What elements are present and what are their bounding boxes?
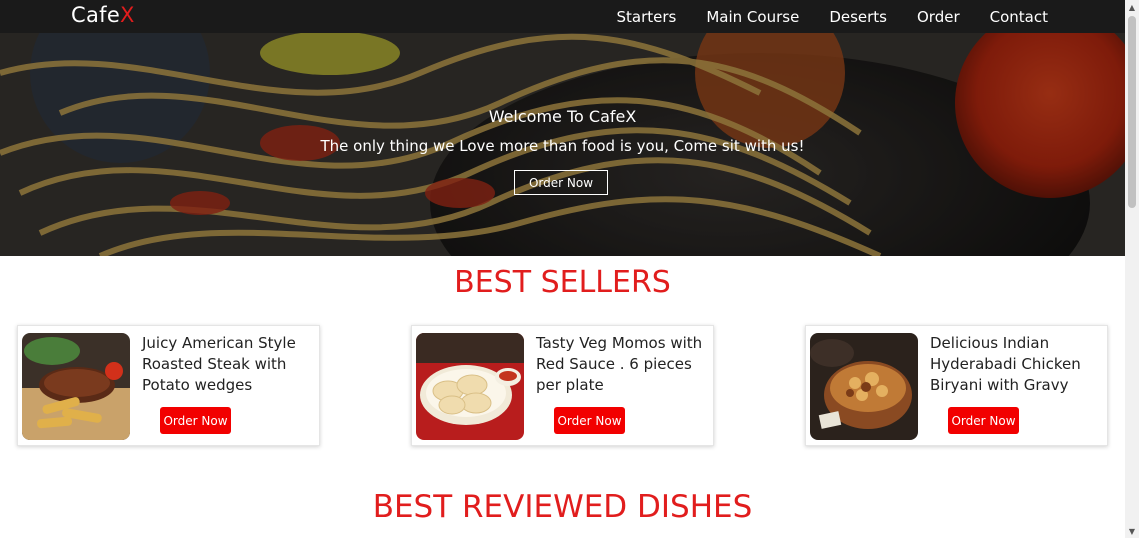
page: CafeX Starters Main Course Deserts Order…	[0, 0, 1139, 538]
biryani-image	[810, 333, 918, 440]
best-seller-card-biryani: Delicious Indian Hyderabadi Chicken Biry…	[805, 325, 1108, 446]
best-seller-card-momos: Tasty Veg Momos with Red Sauce . 6 piece…	[411, 325, 714, 446]
order-now-button[interactable]: Order Now	[948, 407, 1019, 434]
logo[interactable]: CafeX	[71, 3, 135, 27]
nav-link-deserts[interactable]: Deserts	[829, 8, 887, 26]
hero-content: Welcome To CafeX The only thing we Love …	[0, 33, 1125, 256]
best-seller-description: Tasty Veg Momos with Red Sauce . 6 piece…	[536, 334, 703, 394]
hero-title: Welcome To CafeX	[488, 107, 637, 126]
logo-main-text: Cafe	[71, 3, 121, 27]
hero-order-now-button[interactable]: Order Now	[514, 170, 608, 195]
best-reviewed-title: BEST REVIEWED DISHES	[372, 489, 753, 525]
hero-banner: Welcome To CafeX The only thing we Love …	[0, 33, 1125, 256]
scroll-up-arrow-icon[interactable]: ▲	[1125, 0, 1139, 14]
page-scrollbar[interactable]: ▲ ▼	[1125, 0, 1139, 538]
best-seller-description: Juicy American Style Roasted Steak with …	[142, 334, 296, 394]
nav-link-contact[interactable]: Contact	[990, 8, 1048, 26]
hero-subtitle: The only thing we Love more than food is…	[320, 137, 805, 155]
best-seller-card-steak: Juicy American Style Roasted Steak with …	[17, 325, 320, 446]
best-sellers-title: BEST SELLERS	[454, 265, 671, 300]
navbar: CafeX Starters Main Course Deserts Order…	[0, 0, 1125, 33]
order-now-button[interactable]: Order Now	[160, 407, 231, 434]
momos-image	[416, 333, 524, 440]
logo-accent-text: X	[120, 3, 135, 27]
steak-image	[22, 333, 130, 440]
scroll-down-arrow-icon[interactable]: ▼	[1125, 524, 1139, 538]
nav-links: Starters Main Course Deserts Order Conta…	[617, 0, 1049, 33]
nav-link-order[interactable]: Order	[917, 8, 960, 26]
nav-link-starters[interactable]: Starters	[617, 8, 677, 26]
best-seller-description: Delicious Indian Hyderabadi Chicken Biry…	[930, 334, 1081, 394]
order-now-button[interactable]: Order Now	[554, 407, 625, 434]
nav-link-main-course[interactable]: Main Course	[706, 8, 799, 26]
scroll-thumb[interactable]	[1128, 16, 1136, 208]
